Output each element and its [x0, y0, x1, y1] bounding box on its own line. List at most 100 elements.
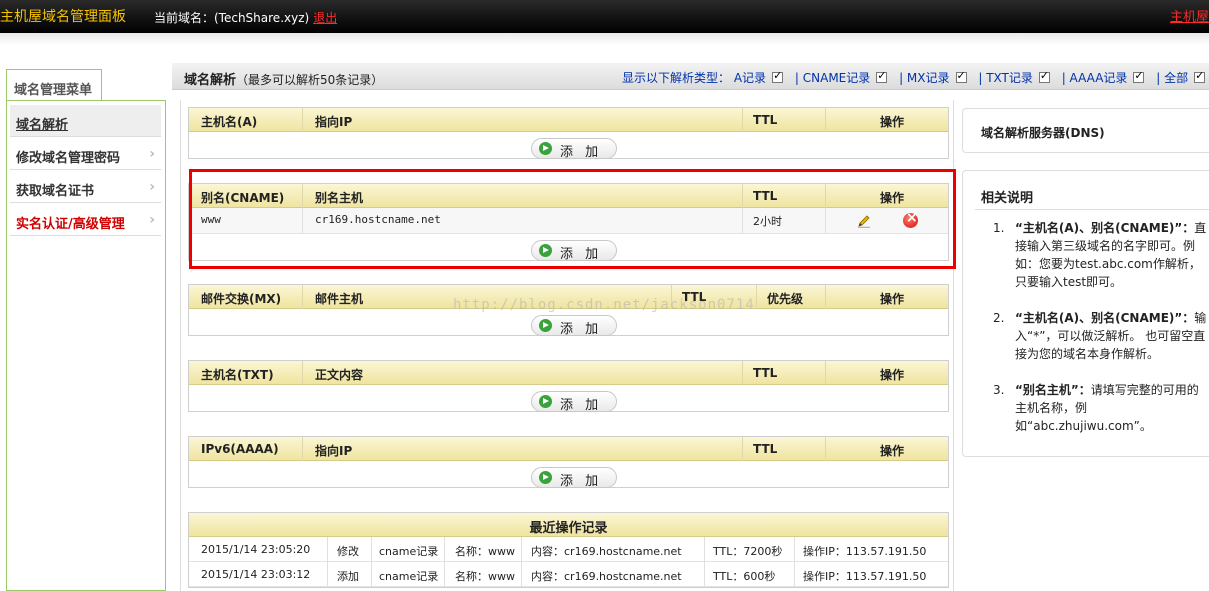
filter-txt-checkbox[interactable] — [1038, 69, 1050, 83]
sidebar-tab[interactable]: 域名管理菜单 — [6, 69, 102, 101]
col-content: 正文内容 — [315, 368, 364, 382]
help-panel: 相关说明 1. “主机名(A)、别名(CNAME)”：直接输入第三级域名的名字即… — [962, 170, 1209, 457]
filter-all-checkbox[interactable] — [1194, 69, 1206, 83]
help-num: 3. — [993, 383, 1005, 397]
filter-aaaa-label: | AAAA记录 — [1061, 71, 1128, 85]
chevron-right-icon: › — [149, 146, 155, 162]
filter-cname-checkbox[interactable] — [876, 69, 888, 83]
add-mx-record-button[interactable]: 添 加 — [531, 315, 617, 337]
dns-server-title: 域名解析服务器(DNS) — [981, 126, 1105, 140]
help-bold: “别名主机”： — [1015, 383, 1091, 397]
filter-a-checkbox[interactable] — [772, 69, 784, 83]
help-num: 1. — [993, 221, 1005, 235]
add-label: 添 加 — [560, 474, 603, 489]
col-mx: 邮件交换(MX) — [201, 292, 282, 306]
sidebar-item-label: 域名解析 — [16, 118, 69, 133]
help-title: 相关说明 — [981, 191, 1034, 206]
col-mail-host: 邮件主机 — [315, 292, 364, 306]
help-bold: “主机名(A)、别名(CNAME)”： — [1015, 221, 1195, 235]
record-type-filter: 显示以下解析类型： A记录 | CNAME记录 | MX记录 | TXT记录 |… — [622, 69, 1209, 86]
log-name: 名称：www — [455, 545, 515, 558]
filter-aaaa-checkbox[interactable] — [1133, 69, 1145, 83]
sidebar-item-realname[interactable]: 实名认证/高级管理 › — [10, 204, 161, 236]
sidebar-item-dns[interactable]: 域名解析 — [10, 105, 161, 137]
log-ip: 操作IP：113.57.191.50 — [803, 545, 927, 558]
add-icon — [539, 395, 552, 408]
add-label: 添 加 — [560, 398, 603, 413]
col-ip: 指向IP — [315, 444, 353, 458]
table-header: IPv6(AAAA) 指向IP TTL 操作 — [189, 437, 948, 461]
highlight-frame — [189, 169, 956, 269]
logout-link[interactable]: 退出 — [313, 11, 337, 25]
filter-txt-label: | TXT记录 — [978, 71, 1033, 85]
col-action: 操作 — [880, 115, 905, 129]
sidebar-item-label: 获取域名证书 — [16, 184, 95, 199]
log-type: cname记录 — [379, 545, 439, 558]
filter-mx-checkbox[interactable] — [955, 69, 967, 83]
sidebar-item-label: 实名认证/高级管理 — [16, 217, 125, 232]
watermark: http://blog.csdn.net/jackson0714 — [453, 297, 755, 313]
table-header: 主机名(A) 指向IP TTL 操作 — [189, 108, 948, 132]
filter-label: 显示以下解析类型： — [622, 71, 731, 85]
dns-server-panel: 域名解析服务器(DNS) — [962, 108, 1209, 153]
home-link[interactable]: 主机屋 — [1170, 6, 1209, 25]
sub-bar — [0, 33, 1209, 63]
app-title: 主机屋域名管理面板 — [0, 9, 126, 25]
page-title: 域名解析（最多可以解析50条记录） — [184, 69, 383, 88]
page-title-note: （最多可以解析50条记录） — [236, 73, 384, 87]
add-txt-record-button[interactable]: 添 加 — [531, 391, 617, 413]
col-ttl: TTL — [753, 442, 778, 456]
aaaa-record-table: IPv6(AAAA) 指向IP TTL 操作 添 加 — [188, 436, 949, 489]
col-priority: 优先级 — [767, 292, 804, 306]
add-icon — [539, 471, 552, 484]
chevron-right-icon: › — [149, 212, 155, 228]
page-title-text: 域名解析 — [184, 73, 237, 88]
add-label: 添 加 — [560, 145, 603, 160]
chevron-right-icon: › — [149, 179, 155, 195]
filter-a-label: A记录 — [733, 71, 767, 85]
add-icon — [539, 319, 552, 332]
main-header: 域名解析（最多可以解析50条记录） 显示以下解析类型： A记录 | CNAME记… — [172, 63, 1209, 90]
col-ttl: TTL — [753, 366, 778, 380]
log-ttl: TTL：7200秒 — [713, 545, 783, 558]
log-content: 内容：cr169.hostcname.net — [531, 570, 682, 583]
col-host: 主机名(TXT) — [201, 368, 274, 382]
table-row: 2015/1/14 23:05:20 修改 cname记录 名称：www 内容：… — [189, 537, 948, 562]
current-domain: 当前域名：(TechShare.xyz) 退出 — [154, 9, 337, 26]
a-record-table: 主机名(A) 指向IP TTL 操作 添 加 — [188, 107, 949, 160]
log-title: 最近操作记录 — [189, 513, 948, 537]
sidebar-item-certificate[interactable]: 获取域名证书 › — [10, 171, 161, 203]
add-aaaa-record-button[interactable]: 添 加 — [531, 467, 617, 489]
help-bold: “主机名(A)、别名(CNAME)”： — [1015, 311, 1195, 325]
help-num: 2. — [993, 311, 1005, 325]
table-header: 主机名(TXT) 正文内容 TTL 操作 — [189, 361, 948, 385]
log-time: 2015/1/14 23:05:20 — [201, 543, 311, 556]
log-ttl: TTL：600秒 — [713, 570, 776, 583]
col-ttl: TTL — [753, 113, 778, 127]
col-ipv6: IPv6(AAAA) — [201, 442, 279, 456]
col-action: 操作 — [880, 444, 905, 458]
txt-record-table: 主机名(TXT) 正文内容 TTL 操作 添 加 — [188, 360, 949, 413]
col-action: 操作 — [880, 368, 905, 382]
filter-all-label: | 全部 — [1156, 71, 1189, 85]
add-a-record-button[interactable]: 添 加 — [531, 138, 617, 160]
log-name: 名称：www — [455, 570, 515, 583]
log-content: 内容：cr169.hostcname.net — [531, 545, 682, 558]
col-action: 操作 — [880, 292, 905, 306]
sidebar-item-password[interactable]: 修改域名管理密码 › — [10, 138, 161, 170]
log-time: 2015/1/14 23:03:12 — [201, 568, 311, 581]
recent-operations-table: 最近操作记录 2015/1/14 23:05:20 修改 cname记录 名称：… — [188, 512, 949, 588]
current-domain-text: 当前域名：(TechShare.xyz) — [154, 11, 310, 25]
log-type: cname记录 — [379, 570, 439, 583]
table-row: 2015/1/14 23:03:12 添加 cname记录 名称：www 内容：… — [189, 562, 948, 587]
filter-mx-label: | MX记录 — [899, 71, 950, 85]
top-bar: 主机屋域名管理面板 当前域名：(TechShare.xyz) 退出 主机屋 — [0, 0, 1209, 33]
col-ip: 指向IP — [315, 115, 353, 129]
add-label: 添 加 — [560, 322, 603, 337]
sidebar-item-label: 修改域名管理密码 — [16, 151, 121, 166]
log-action: 添加 — [337, 570, 359, 583]
log-action: 修改 — [337, 545, 359, 558]
filter-cname-label: | CNAME记录 — [794, 71, 871, 85]
log-ip: 操作IP：113.57.191.50 — [803, 570, 927, 583]
add-icon — [539, 142, 552, 155]
